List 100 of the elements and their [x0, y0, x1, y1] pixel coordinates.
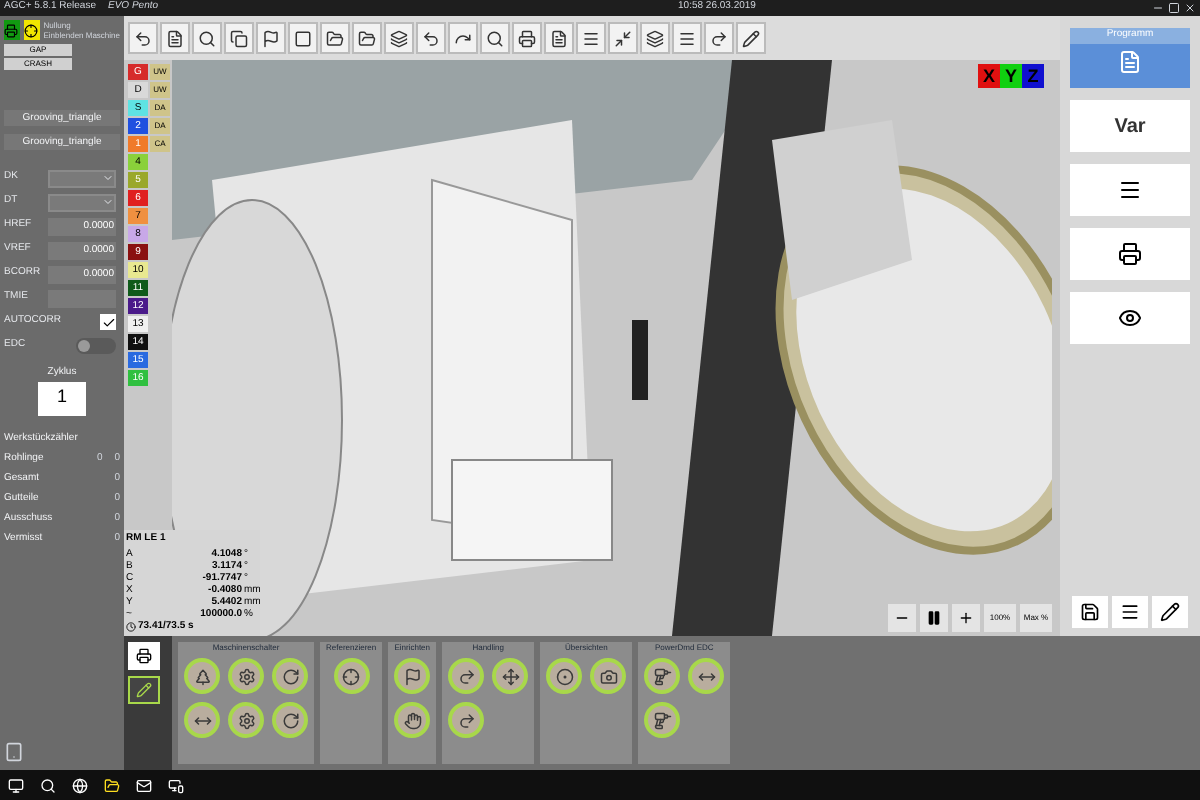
toolbar-button[interactable] [128, 22, 158, 54]
mail-icon[interactable] [136, 777, 152, 793]
pencil-icon [1160, 602, 1180, 622]
double-arrow-icon [193, 711, 211, 729]
search-icon [486, 29, 504, 47]
curved-arrow-icon [457, 711, 476, 729]
printer-icon [1118, 242, 1142, 266]
plus-icon [958, 610, 974, 626]
tablet-icon[interactable] [4, 738, 24, 766]
toolbar-button[interactable] [224, 22, 254, 54]
dropdown-field[interactable] [48, 169, 116, 187]
pencil-icon [742, 29, 760, 47]
axis-label: Y [1000, 64, 1022, 88]
machine-mode-button[interactable] [4, 20, 20, 40]
mode-tab[interactable] [128, 642, 160, 670]
target-mode-button[interactable] [23, 20, 40, 40]
feed-decrease-button[interactable] [888, 604, 916, 632]
gear-icon [237, 711, 255, 729]
function-button[interactable] [272, 658, 308, 694]
function-button[interactable] [448, 702, 485, 738]
start-icon[interactable] [8, 777, 24, 793]
toggle-switch[interactable] [76, 338, 116, 354]
print-button[interactable] [1070, 228, 1190, 280]
function-button[interactable] [333, 658, 370, 694]
eye-icon [1118, 306, 1142, 330]
folder-icon[interactable] [104, 777, 120, 793]
function-button[interactable] [590, 658, 627, 694]
undo-icon [422, 29, 440, 47]
function-button[interactable] [546, 658, 583, 694]
function-button[interactable] [184, 702, 220, 738]
toolbar-button[interactable] [384, 22, 414, 54]
drill-icon [653, 667, 672, 685]
save-button[interactable] [1072, 596, 1108, 628]
toolbar-button[interactable] [192, 22, 222, 54]
toolbar-button[interactable] [448, 22, 478, 54]
axis-label: Z [1022, 64, 1044, 88]
toolbar-button[interactable] [704, 22, 734, 54]
collapse-icon [614, 29, 632, 47]
save-icon [1080, 602, 1100, 622]
printer-icon [136, 648, 152, 664]
flag-icon [403, 667, 422, 685]
maximize-icon[interactable] [1168, 2, 1180, 14]
double-arrow-icon [697, 667, 716, 685]
list-button[interactable] [1112, 596, 1148, 628]
toolbar-button[interactable] [160, 22, 190, 54]
camera-icon [599, 667, 618, 685]
toolbar-button[interactable] [736, 22, 766, 54]
pause-button[interactable] [920, 604, 948, 632]
function-button[interactable] [644, 702, 681, 738]
checkbox[interactable] [100, 314, 116, 330]
layers-icon [390, 29, 408, 47]
edit-button[interactable] [1152, 596, 1188, 628]
toolbar-button[interactable] [352, 22, 382, 54]
toolbar-button[interactable] [320, 22, 350, 54]
feed-increase-button[interactable] [952, 604, 980, 632]
printer-icon [4, 23, 19, 37]
function-button[interactable] [688, 658, 725, 694]
lines-icon [582, 29, 600, 47]
browser-icon[interactable] [72, 777, 88, 793]
pencil-icon [136, 682, 152, 698]
function-button[interactable] [394, 702, 431, 738]
pause-icon [926, 610, 942, 626]
flag-icon [262, 29, 280, 47]
dropdown-field[interactable] [48, 193, 116, 211]
toolbar-button[interactable] [288, 22, 318, 54]
search-icon [198, 29, 216, 47]
toolbar-button[interactable] [672, 22, 702, 54]
toolbar-button[interactable] [608, 22, 638, 54]
toolbar-button[interactable] [256, 22, 286, 54]
mode-tab[interactable] [128, 676, 160, 704]
view-button[interactable] [1070, 292, 1190, 344]
redo-icon [454, 29, 472, 47]
toolbar-button[interactable] [416, 22, 446, 54]
search-icon[interactable] [40, 777, 56, 793]
app-icon[interactable] [168, 777, 184, 793]
function-button[interactable] [644, 658, 681, 694]
function-button[interactable] [228, 702, 264, 738]
toolbar-button[interactable] [576, 22, 606, 54]
drill-icon [653, 711, 672, 729]
circle-dot-icon [555, 667, 574, 685]
toolbar-button[interactable] [480, 22, 510, 54]
move-icon [501, 667, 520, 685]
tree-icon [193, 667, 211, 685]
rotate-icon [281, 711, 299, 729]
function-button[interactable] [394, 658, 431, 694]
toolbar-button[interactable] [512, 22, 542, 54]
function-button[interactable] [228, 658, 264, 694]
copy-icon [230, 29, 248, 47]
layers-icon [646, 29, 664, 47]
close-icon[interactable] [1184, 2, 1196, 14]
toolbar-button[interactable] [640, 22, 670, 54]
minimize-icon[interactable] [1152, 2, 1164, 14]
function-button[interactable] [448, 658, 485, 694]
function-button[interactable] [492, 658, 529, 694]
document-icon [1118, 49, 1142, 73]
function-button[interactable] [272, 702, 308, 738]
toolbar-button[interactable] [544, 22, 574, 54]
function-button[interactable] [184, 658, 220, 694]
printer-icon [518, 29, 536, 47]
var-button[interactable]: Var [1070, 100, 1190, 152]
